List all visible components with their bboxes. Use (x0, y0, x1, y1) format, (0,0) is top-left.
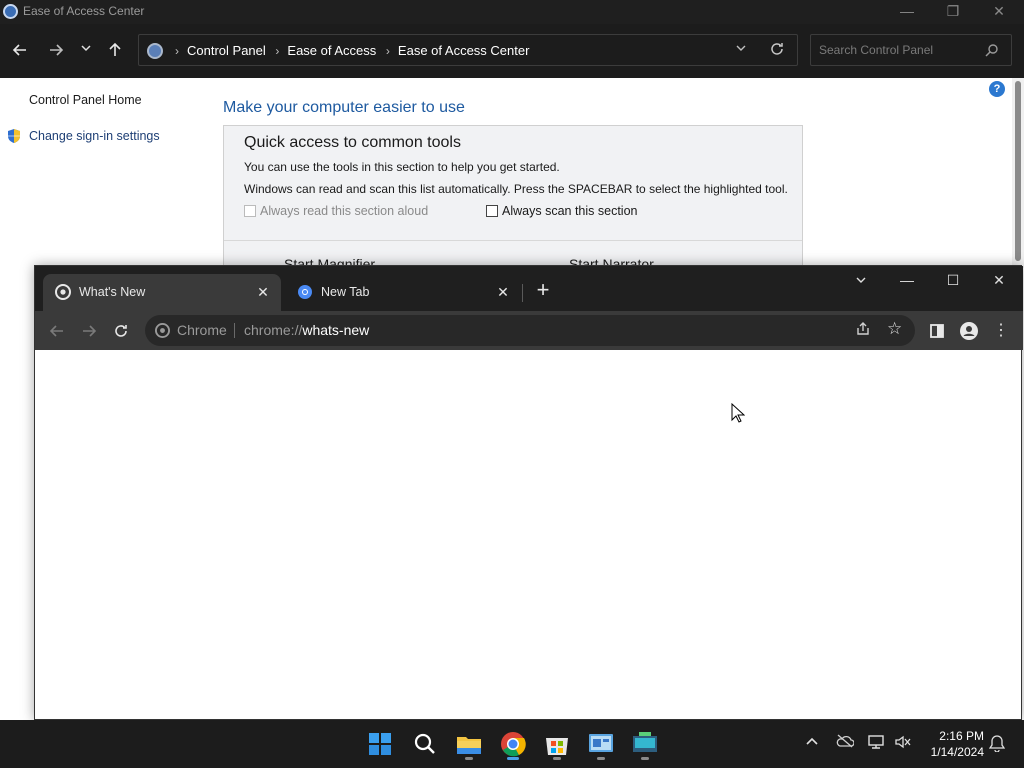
ease-of-access-icon (3, 4, 18, 19)
close-tab-icon[interactable]: ✕ (253, 282, 273, 302)
change-sign-in-settings-link[interactable]: Change sign-in settings (29, 129, 160, 143)
control-panel-icon[interactable] (585, 728, 617, 760)
clock-time: 2:16 PM (939, 729, 984, 743)
notification-bell-icon[interactable] (988, 735, 1006, 755)
read-aloud-checkbox[interactable]: Always read this section aloud (244, 204, 428, 218)
taskbar: 2:16 PM 1/14/2024 (0, 720, 1024, 768)
quick-access-panel: Quick access to common tools You can use… (223, 125, 803, 275)
running-indicator (641, 757, 649, 760)
search-box[interactable] (810, 34, 1012, 66)
back-arrow-icon[interactable] (45, 319, 69, 343)
start-icon[interactable] (364, 728, 396, 760)
scan-section-checkbox[interactable]: Always scan this section (486, 204, 637, 218)
uac-shield-icon (6, 128, 22, 144)
tab-label: New Tab (321, 285, 370, 299)
window-title: Ease of Access Center (23, 4, 145, 18)
new-tab-plus-icon[interactable]: + (529, 277, 557, 305)
minimize-button[interactable]: — (884, 266, 930, 296)
system-clock[interactable]: 2:16 PM 1/14/2024 (918, 728, 984, 760)
running-indicator (507, 757, 519, 760)
quick-access-description: You can use the tools in this section to… (244, 160, 560, 174)
search-icon[interactable] (985, 43, 999, 62)
back-arrow-icon[interactable] (8, 38, 32, 62)
close-button[interactable]: ✕ (976, 266, 1022, 296)
page-content (35, 350, 1021, 719)
breadcrumb: › Control Panel › Ease of Access › Ease of … (169, 43, 529, 58)
tab-search-chevron-icon[interactable] (838, 266, 884, 296)
show-hidden-icons-chevron-icon[interactable] (805, 734, 819, 751)
close-button[interactable]: ✕ (976, 0, 1022, 24)
up-arrow-icon[interactable] (103, 38, 127, 62)
url-scheme: chrome:// (244, 322, 303, 338)
clock-date: 1/14/2024 (930, 745, 984, 759)
checkbox-box[interactable] (486, 205, 498, 217)
tab-new-tab[interactable]: New Tab ✕ (285, 274, 521, 311)
search-icon[interactable] (409, 728, 441, 760)
side-panel-icon[interactable] (925, 319, 949, 343)
chrome-icon[interactable] (497, 728, 529, 760)
forward-arrow-icon[interactable] (44, 38, 68, 62)
url-host: whats-new (302, 322, 370, 338)
help-icon[interactable]: ? (989, 81, 1005, 97)
maximize-button[interactable]: ☐ (930, 266, 976, 296)
site-chip[interactable]: Chrome (177, 322, 227, 338)
chrome-toolbar: Chrome chrome://whats-new ☆ ⋮ (35, 311, 1023, 350)
volume-muted-icon[interactable] (894, 734, 912, 753)
chrome-logo-icon (155, 323, 170, 338)
chip-divider (234, 323, 235, 338)
breadcrumb-chevron-icon: › (275, 44, 280, 58)
chrome-favicon-icon (55, 284, 71, 300)
scan-section-label: Always scan this section (502, 204, 638, 218)
tab-label: What's New (79, 285, 146, 299)
scrollbar[interactable] (1012, 78, 1024, 268)
url-text[interactable]: chrome://whats-new (244, 322, 369, 338)
running-indicator (465, 757, 473, 760)
search-input[interactable] (811, 35, 981, 65)
network-icon[interactable] (867, 734, 885, 753)
breadcrumb-ease-of-access-center[interactable]: Ease of Access Center (398, 43, 530, 58)
maximize-button[interactable]: ❐ (930, 0, 976, 24)
breadcrumb-ease-of-access[interactable]: Ease of Access (287, 43, 376, 58)
profile-avatar-icon[interactable] (957, 319, 981, 343)
onedrive-offline-icon[interactable] (836, 734, 855, 751)
tab-separator (522, 284, 523, 302)
close-tab-icon[interactable]: ✕ (493, 282, 513, 302)
checkbox-box[interactable] (244, 205, 256, 217)
share-icon[interactable] (855, 321, 871, 340)
tab-strip: What's New ✕ New Tab ✕ + — ☐ ✕ (35, 266, 1023, 311)
reload-icon[interactable] (109, 319, 133, 343)
control-panel-home-link[interactable]: Control Panel Home (29, 93, 142, 107)
remote-desktop-icon[interactable] (629, 728, 661, 760)
running-indicator (553, 757, 561, 760)
forward-arrow-icon[interactable] (77, 319, 101, 343)
chrome-favicon-icon (297, 284, 313, 300)
scrollbar-thumb[interactable] (1015, 81, 1021, 261)
omnibox[interactable]: Chrome chrome://whats-new ☆ (145, 315, 915, 346)
tab-whats-new[interactable]: What's New ✕ (43, 274, 281, 311)
quick-access-title: Quick access to common tools (244, 134, 461, 151)
control-panel-icon (147, 43, 163, 59)
read-aloud-label: Always read this section aloud (260, 204, 429, 218)
breadcrumb-chevron-icon: › (385, 44, 390, 58)
quick-access-instructions: Windows can read and scan this list auto… (244, 182, 788, 196)
address-dropdown-icon[interactable] (735, 42, 747, 57)
recent-locations-chevron-icon[interactable] (74, 38, 98, 62)
breadcrumb-chevron-icon: › (175, 44, 179, 58)
more-menu-icon[interactable]: ⋮ (989, 319, 1013, 343)
file-explorer-icon[interactable] (453, 728, 485, 760)
control-panel-titlebar: Ease of Access Center — ❐ ✕ (0, 0, 1024, 24)
running-indicator (597, 757, 605, 760)
chrome-window: What's New ✕ New Tab ✕ + — ☐ ✕ Chrome ch… (34, 265, 1023, 720)
minimize-button[interactable]: — (884, 0, 930, 24)
breadcrumb-control-panel[interactable]: Control Panel (187, 43, 266, 58)
divider (224, 240, 802, 241)
refresh-icon[interactable] (769, 41, 785, 60)
address-bar[interactable]: › Control Panel › Ease of Access › Ease of … (138, 34, 798, 66)
microsoft-store-icon[interactable] (541, 728, 573, 760)
page-title: Make your computer easier to use (223, 99, 465, 116)
left-pane (0, 78, 210, 278)
bookmark-star-icon[interactable]: ☆ (887, 319, 902, 339)
control-panel-navbar: › Control Panel › Ease of Access › Ease of … (0, 24, 1024, 78)
mouse-cursor-icon (731, 402, 746, 428)
